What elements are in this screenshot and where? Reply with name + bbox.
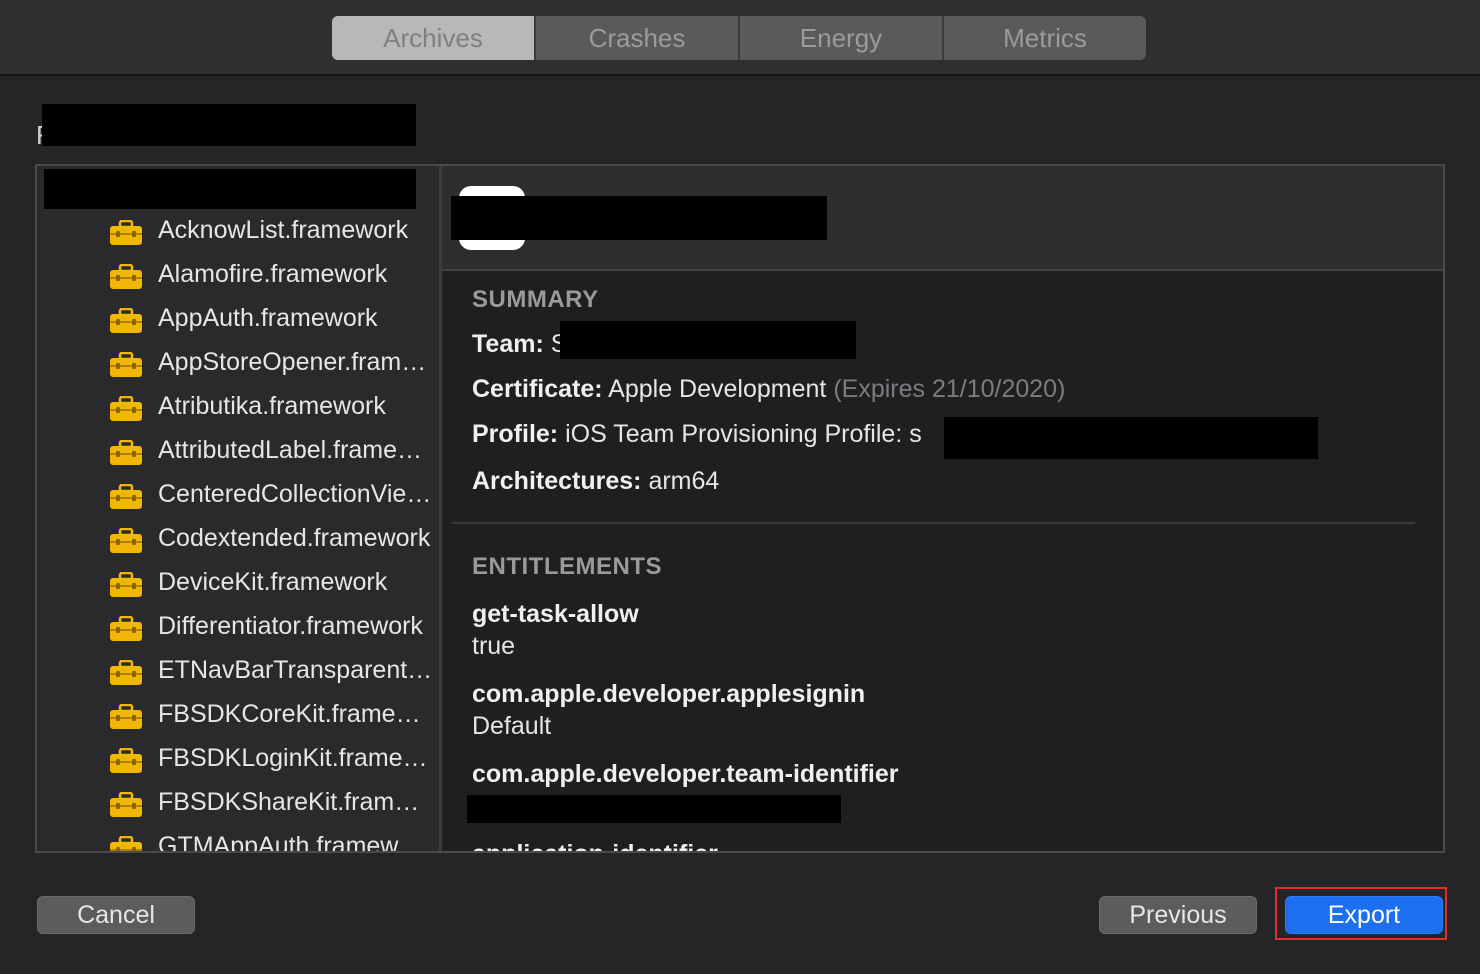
toolbox-icon — [109, 307, 143, 334]
architectures-value: arm64 — [648, 467, 720, 495]
sidebar-item[interactable]: DeviceKit.framework — [37, 562, 439, 606]
tab-crashes[interactable]: Crashes — [536, 16, 740, 60]
section-divider — [452, 522, 1415, 524]
entitlement-key: com.apple.developer.applesignin — [472, 680, 866, 708]
app-header — [442, 166, 1443, 271]
toolbox-icon — [109, 791, 143, 818]
toolbox-icon — [109, 439, 143, 466]
redacted-team — [560, 321, 856, 359]
redacted-profile — [944, 417, 1318, 459]
sidebar-item-label: FBSDKLoginKit.framework — [158, 744, 433, 772]
sidebar-item-label: AppStoreOpener.framework — [158, 348, 433, 376]
certificate-label: Certificate: — [472, 375, 603, 403]
sidebar-item[interactable]: Differentiator.framework — [37, 606, 439, 650]
sidebar-item[interactable]: CenteredCollectionView.framework — [37, 474, 439, 518]
sidebar-item[interactable]: ETNavBarTransparent.framework — [37, 650, 439, 694]
sidebar-item-label: FBSDKCoreKit.framework — [158, 700, 433, 728]
toolbox-icon — [109, 263, 143, 290]
toolbox-icon — [109, 527, 143, 554]
sidebar-item-label: Atributika.framework — [158, 392, 386, 420]
profile-label: Profile: — [472, 420, 559, 448]
sidebar-item[interactable]: Alamofire.framework — [37, 254, 439, 298]
redacted-app-name — [451, 196, 827, 240]
toolbox-icon — [109, 703, 143, 730]
sidebar-item-label: Codextended.framework — [158, 524, 431, 552]
toolbox-icon — [109, 395, 143, 422]
profile-line: Profile: iOS Team Provisioning Profile: … — [472, 420, 922, 449]
toolbox-icon — [109, 351, 143, 378]
team-label: Team: — [472, 330, 544, 358]
toolbox-icon — [109, 659, 143, 686]
sidebar-item[interactable]: GTMAppAuth.framework — [37, 826, 439, 851]
sidebar-item[interactable]: AttributedLabel.framework — [37, 430, 439, 474]
sidebar-item[interactable]: FBSDKCoreKit.framework — [37, 694, 439, 738]
sidebar-item-label: FBSDKShareKit.framework — [158, 788, 433, 816]
sidebar-item[interactable]: FBSDKLoginKit.framework — [37, 738, 439, 782]
entitlement-key: com.apple.developer.team-identifier — [472, 760, 899, 788]
content-panel: AcknowList.framework Alamofire.framework A… — [35, 164, 1445, 853]
toolbox-icon — [109, 615, 143, 642]
redacted-app-row — [44, 169, 416, 209]
entitlement-value: Default — [472, 712, 552, 740]
sidebar-item[interactable]: FBSDKShareKit.framework — [37, 782, 439, 826]
profile-value: iOS Team Provisioning Profile: s — [565, 420, 922, 448]
detail-pane: SUMMARY Team: S Certificate: Apple Devel… — [442, 166, 1443, 851]
sidebar-item-label: DeviceKit.framework — [158, 568, 388, 596]
toolbox-icon — [109, 571, 143, 598]
export-button[interactable]: Export — [1285, 896, 1443, 934]
sidebar-item-label: Alamofire.framework — [158, 260, 388, 288]
redacted-title — [42, 104, 416, 146]
sidebar-item[interactable]: AppAuth.framework — [37, 298, 439, 342]
toolbox-icon — [109, 483, 143, 510]
framework-sidebar[interactable]: AcknowList.framework Alamofire.framework A… — [37, 166, 442, 851]
sidebar-item-label: ETNavBarTransparent.framework — [158, 656, 433, 684]
tab-metrics[interactable]: Metrics — [944, 16, 1146, 60]
certificate-expiry: (Expires 21/10/2020) — [833, 375, 1066, 403]
sidebar-item[interactable]: AcknowList.framework — [37, 210, 439, 254]
entitlement-value: true — [472, 632, 516, 660]
sidebar-item-label: CenteredCollectionView.framework — [158, 480, 433, 508]
architectures-line: Architectures: arm64 — [472, 467, 719, 496]
sidebar-item-label: AttributedLabel.framework — [158, 436, 433, 464]
sidebar-item[interactable]: AppStoreOpener.framework — [37, 342, 439, 386]
entitlement-key: get-task-allow — [472, 600, 639, 628]
entitlements-heading: ENTITLEMENTS — [472, 553, 662, 580]
cancel-button[interactable]: Cancel — [37, 896, 195, 934]
architectures-label: Architectures: — [472, 467, 642, 495]
certificate-line: Certificate: Apple Development (Expires … — [472, 375, 1065, 404]
previous-button[interactable]: Previous — [1099, 896, 1257, 934]
sidebar-item-label: AppAuth.framework — [158, 304, 378, 332]
sidebar-item-label: Differentiator.framework — [158, 612, 423, 640]
certificate-value: Apple Development — [608, 375, 827, 403]
sidebar-item[interactable]: Codextended.framework — [37, 518, 439, 562]
sidebar-item[interactable]: Atributika.framework — [37, 386, 439, 430]
tab-energy[interactable]: Energy — [740, 16, 944, 60]
toolbox-icon — [109, 747, 143, 774]
sidebar-item-label: AcknowList.framework — [158, 216, 409, 244]
window-toolbar: Archives Crashes Energy Metrics — [0, 0, 1480, 76]
team-line: Team: S — [472, 330, 567, 359]
entitlement-key: application-identifier — [472, 840, 718, 851]
tab-archives[interactable]: Archives — [332, 16, 536, 60]
toolbox-icon — [109, 219, 143, 246]
summary-heading: SUMMARY — [472, 286, 599, 313]
toolbox-icon — [109, 835, 143, 851]
organizer-tabs: Archives Crashes Energy Metrics — [332, 16, 1146, 60]
sidebar-item-label: GTMAppAuth.framework — [158, 832, 433, 851]
redacted-team-identifier — [467, 795, 841, 823]
